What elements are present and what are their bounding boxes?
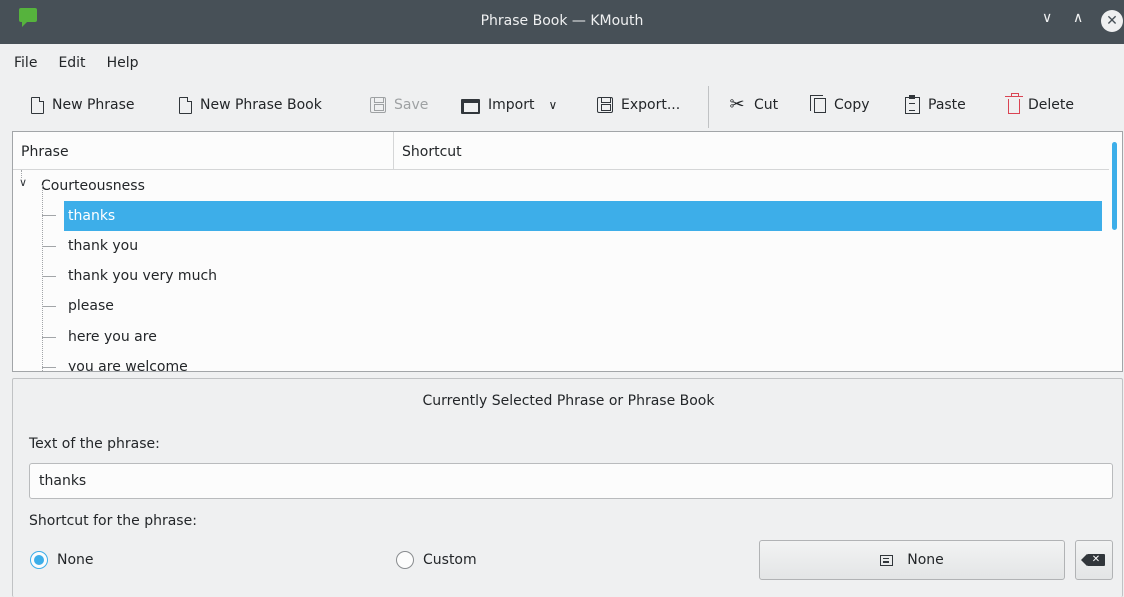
- paste-button[interactable]: Paste: [905, 94, 966, 116]
- phrase-text-label: Text of the phrase:: [29, 436, 160, 452]
- toolbar: New Phrase New Phrase Book Save Import ∨…: [0, 84, 1124, 126]
- tree-branch-line: [42, 215, 56, 216]
- menu-file[interactable]: File: [14, 55, 37, 71]
- toolbar-separator: [708, 86, 709, 128]
- tree-item-label: you are welcome: [68, 359, 188, 372]
- minimize-button[interactable]: ∨: [1042, 10, 1052, 26]
- menu-help[interactable]: Help: [107, 55, 139, 71]
- phrase-tree[interactable]: Phrase Shortcut ∨ Courteousness thanks t…: [12, 131, 1123, 372]
- radio-none[interactable]: None: [30, 551, 94, 569]
- keyboard-shortcut-icon: [880, 554, 894, 566]
- export-label: Export...: [621, 97, 681, 113]
- column-header-shortcut[interactable]: Shortcut: [394, 132, 1109, 170]
- shortcut-label: Shortcut for the phrase:: [29, 513, 197, 529]
- close-button[interactable]: ✕: [1101, 10, 1123, 32]
- radio-custom[interactable]: Custom: [396, 551, 477, 569]
- tree-branch-line: [42, 246, 56, 247]
- cut-label: Cut: [754, 97, 779, 113]
- maximize-button[interactable]: ∧: [1073, 10, 1083, 26]
- export-button[interactable]: Export...: [597, 94, 680, 116]
- tree-branch-line: [42, 306, 56, 307]
- radio-custom-label: Custom: [423, 552, 477, 568]
- save-label: Save: [394, 97, 429, 113]
- tree-branch-line: [42, 367, 56, 368]
- menu-bar: File Edit Help: [0, 44, 1124, 82]
- shortcut-button[interactable]: None: [759, 540, 1065, 580]
- shortcut-button-label: None: [907, 552, 944, 568]
- tree-item-you-are-welcome[interactable]: you are welcome: [68, 352, 368, 372]
- copy-button[interactable]: Copy: [810, 94, 870, 116]
- copy-label: Copy: [834, 97, 870, 113]
- tree-item-label: thank you: [68, 238, 139, 254]
- window-title: Phrase Book — KMouth: [480, 13, 644, 29]
- copy-icon: [810, 94, 826, 113]
- tree-item-label: please: [68, 298, 114, 314]
- column-header-phrase[interactable]: Phrase: [13, 132, 394, 170]
- tree-item-thanks[interactable]: thanks: [64, 201, 1102, 231]
- radio-none-label: None: [57, 552, 94, 568]
- paste-label: Paste: [928, 97, 966, 113]
- title-bar: Phrase Book — KMouth ∨ ∧ ✕: [0, 0, 1124, 44]
- tree-item-thank-you[interactable]: thank you: [68, 231, 368, 261]
- new-document-icon: [179, 96, 192, 114]
- chevron-down-icon[interactable]: ∨: [19, 176, 27, 190]
- tree-item-label: Courteousness: [41, 178, 145, 194]
- folder-icon: [461, 98, 480, 114]
- new-document-icon: [31, 96, 44, 114]
- tree-item-label: here you are: [68, 329, 157, 345]
- phrase-text-input[interactable]: thanks: [29, 463, 1113, 499]
- tree-item-here-you-are[interactable]: here you are: [68, 322, 368, 352]
- import-label: Import: [488, 97, 535, 113]
- selected-phrase-group: Currently Selected Phrase or Phrase Book…: [12, 378, 1123, 597]
- tree-branch-line: [42, 185, 43, 371]
- backspace-icon: ✕: [1081, 554, 1105, 566]
- tree-item-please[interactable]: please: [68, 291, 368, 321]
- save-button[interactable]: Save: [370, 94, 428, 116]
- export-icon: [597, 97, 613, 113]
- delete-label: Delete: [1028, 97, 1074, 113]
- tree-item-courteousness[interactable]: Courteousness: [41, 171, 341, 201]
- trash-icon: [1005, 93, 1023, 114]
- cut-button[interactable]: ✂ Cut: [728, 94, 778, 116]
- tree-item-thank-you-very-much[interactable]: thank you very much: [68, 261, 368, 291]
- new-phrase-book-button[interactable]: New Phrase Book: [177, 94, 322, 116]
- tree-branch-line: [42, 337, 56, 338]
- radio-checked-icon[interactable]: [30, 551, 48, 569]
- save-icon: [370, 97, 386, 113]
- clear-shortcut-button[interactable]: ✕: [1075, 540, 1113, 580]
- menu-edit[interactable]: Edit: [58, 55, 85, 71]
- tree-branch-line: [42, 276, 56, 277]
- scrollbar-thumb[interactable]: [1112, 142, 1117, 230]
- import-button[interactable]: Import ∨: [461, 94, 557, 116]
- new-phrase-label: New Phrase: [52, 97, 135, 113]
- new-phrase-button[interactable]: New Phrase: [29, 94, 135, 116]
- tree-item-label: thank you very much: [68, 268, 218, 284]
- radio-unchecked-icon[interactable]: [396, 551, 414, 569]
- new-phrase-book-label: New Phrase Book: [200, 97, 322, 113]
- paste-icon: [905, 94, 920, 114]
- tree-header: Phrase Shortcut: [13, 132, 1109, 170]
- delete-button[interactable]: Delete: [1005, 93, 1074, 116]
- chevron-down-icon[interactable]: ∨: [548, 98, 557, 112]
- group-title: Currently Selected Phrase or Phrase Book: [422, 393, 715, 409]
- scissors-icon: ✂: [729, 94, 745, 115]
- tree-item-label: thanks: [68, 208, 116, 224]
